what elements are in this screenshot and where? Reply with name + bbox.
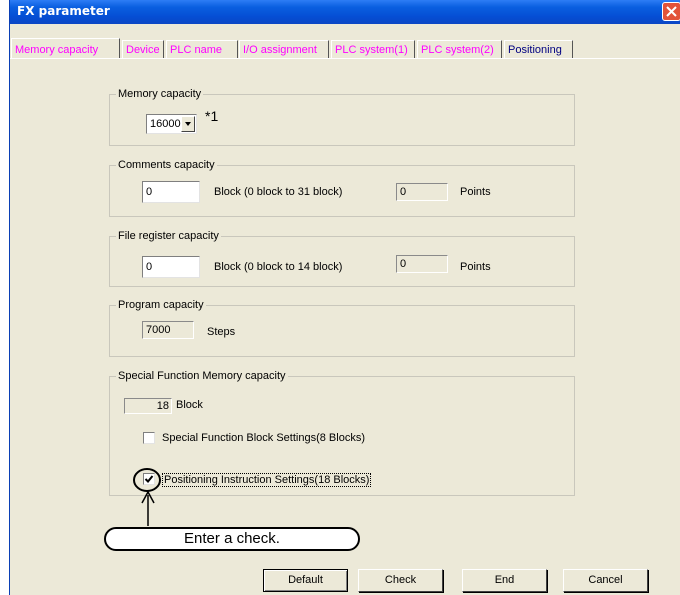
memory-capacity-label: Memory capacity xyxy=(116,88,204,100)
dropdown-button[interactable] xyxy=(181,116,195,132)
program-capacity-label: Program capacity xyxy=(116,299,206,311)
window-title: FX parameter xyxy=(17,4,110,18)
file-register-range-label: Block (0 block to 14 block) xyxy=(214,261,343,273)
special-function-block-checkbox[interactable] xyxy=(143,432,155,444)
instruction-callout: Enter a check. xyxy=(104,527,360,551)
close-button[interactable] xyxy=(662,2,680,21)
file-register-capacity-label: File register capacity xyxy=(116,230,221,242)
file-register-points-value: 0 xyxy=(396,255,448,273)
comments-capacity-label: Comments capacity xyxy=(116,159,217,171)
memory-capacity-select[interactable]: 16000 xyxy=(146,114,197,134)
tab-panel-border xyxy=(10,58,680,59)
checkmark-icon xyxy=(144,475,154,483)
comments-range-label: Block (0 block to 31 block) xyxy=(214,186,343,198)
tab-strip: Memory capacity Device PLC name I/O assi… xyxy=(10,38,680,59)
special-function-block-unit: Block xyxy=(176,399,203,411)
program-capacity-group: Program capacity 7000 Steps xyxy=(109,299,575,357)
program-capacity-unit: Steps xyxy=(207,326,236,338)
comments-capacity-input[interactable]: 0 xyxy=(142,181,200,203)
cancel-button[interactable]: Cancel xyxy=(563,569,648,592)
tab-device[interactable]: Device xyxy=(122,40,164,59)
tab-plc-name[interactable]: PLC name xyxy=(166,40,238,59)
positioning-instruction-checkbox[interactable] xyxy=(143,473,155,485)
title-bar[interactable]: FX parameter xyxy=(10,0,680,24)
tab-positioning[interactable]: Positioning xyxy=(504,40,573,59)
file-register-capacity-input[interactable]: 0 xyxy=(142,256,200,278)
program-capacity-value: 7000 xyxy=(142,321,194,339)
special-function-memory-label: Special Function Memory capacity xyxy=(116,370,288,382)
comments-capacity-group: Comments capacity 0 Block (0 block to 31… xyxy=(109,159,575,217)
tab-io-assignment[interactable]: I/O assignment xyxy=(239,40,329,59)
comments-points-value: 0 xyxy=(396,183,448,201)
comments-points-unit: Points xyxy=(460,186,491,198)
footnote-mark: *1 xyxy=(205,108,219,124)
positioning-instruction-label[interactable]: Positioning Instruction Settings(18 Bloc… xyxy=(162,473,372,487)
tab-memory-capacity[interactable]: Memory capacity xyxy=(11,38,120,59)
special-function-memory-group: Special Function Memory capacity 18 Bloc… xyxy=(109,370,575,496)
end-button[interactable]: End xyxy=(462,569,547,592)
close-icon xyxy=(666,6,677,17)
special-function-block-label[interactable]: Special Function Block Settings(8 Blocks… xyxy=(162,432,365,444)
special-function-block-count: 18 xyxy=(124,398,172,414)
file-register-points-unit: Points xyxy=(460,261,491,273)
tab-plc-system-2[interactable]: PLC system(2) xyxy=(417,40,502,59)
fx-parameter-dialog: FX parameter Memory capacity Device PLC … xyxy=(9,0,680,595)
file-register-capacity-group: File register capacity 0 Block (0 block … xyxy=(109,230,575,287)
check-button[interactable]: Check xyxy=(358,569,443,592)
chevron-down-icon xyxy=(185,122,191,126)
memory-capacity-group: Memory capacity 16000 *1 xyxy=(109,88,575,146)
default-button[interactable]: Default xyxy=(263,569,348,592)
memory-capacity-value: 16000 xyxy=(150,118,181,130)
tab-plc-system-1[interactable]: PLC system(1) xyxy=(331,40,415,59)
